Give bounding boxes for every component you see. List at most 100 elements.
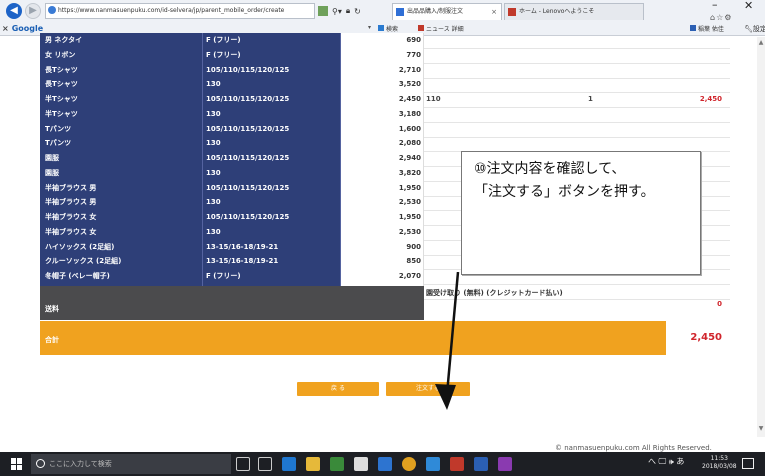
- item-name: 女 リボン: [40, 47, 203, 64]
- powerpoint-icon[interactable]: [450, 457, 464, 471]
- tab-order[interactable]: 出品品購入/制服注文 ×: [392, 3, 502, 20]
- item-name: 半Tシャツ: [40, 106, 203, 123]
- onenote-icon[interactable]: [498, 457, 512, 471]
- item-price: 2,070: [341, 269, 424, 285]
- clock-time: 11:53: [710, 455, 728, 462]
- item-subtotal: [680, 107, 722, 123]
- refresh-icon[interactable]: ↻: [354, 7, 361, 16]
- scroll-down-icon[interactable]: ▼: [757, 425, 765, 433]
- item-selected-size[interactable]: [426, 33, 446, 49]
- vertical-scrollbar[interactable]: ▲ ▼: [757, 37, 765, 437]
- task-view-icon[interactable]: [258, 457, 272, 471]
- item-size: F (フリー): [203, 269, 341, 285]
- taskbar-search-placeholder: ここに入力して検索: [49, 460, 112, 468]
- internet-explorer-icon[interactable]: [378, 457, 392, 471]
- item-selected-size[interactable]: [426, 122, 446, 138]
- item-name: 半袖ブラウス 男: [40, 180, 203, 197]
- item-price: 3,520: [341, 77, 424, 94]
- close-icon[interactable]: ✕: [744, 0, 753, 12]
- item-selected-size[interactable]: [426, 195, 446, 211]
- mail-icon[interactable]: [426, 457, 440, 471]
- store-icon[interactable]: [354, 457, 368, 471]
- item-price: 2,710: [341, 62, 424, 79]
- search-icon[interactable]: ⚲▾: [332, 7, 342, 16]
- instruction-line-2: 「注文する」ボタンを押す。: [474, 184, 655, 200]
- instruction-callout: ⑩注文内容を確認して、 「注文する」ボタンを押す。: [461, 151, 701, 275]
- item-selected-size[interactable]: [426, 77, 446, 93]
- item-quantity[interactable]: [588, 136, 598, 152]
- item-quantity[interactable]: [588, 33, 598, 49]
- item-selected-size[interactable]: [426, 225, 446, 241]
- chevron-down-icon[interactable]: ▾: [368, 24, 371, 31]
- windows-start-icon[interactable]: [11, 458, 23, 470]
- lock-icon[interactable]: 🔒︎: [346, 6, 350, 16]
- item-size: 105/110/115/120/125: [203, 62, 341, 79]
- edge-icon[interactable]: [282, 457, 296, 471]
- item-price: 900: [341, 239, 424, 256]
- system-tray[interactable]: へ 🖵 🕪 あ: [648, 456, 684, 467]
- shipping-fee: 0: [717, 300, 722, 308]
- item-subtotal: [680, 33, 722, 49]
- item-quantity[interactable]: [588, 63, 598, 79]
- notification-icon[interactable]: [742, 458, 754, 469]
- toolbar-news[interactable]: ニュース 詳細: [418, 24, 464, 33]
- item-selected-size[interactable]: [426, 151, 446, 167]
- compat-view-icon[interactable]: [318, 6, 328, 16]
- item-price: 2,080: [341, 136, 424, 153]
- toolbar-search[interactable]: 検索: [378, 24, 398, 33]
- word-icon[interactable]: [474, 457, 488, 471]
- item-size: 105/110/115/120/125: [203, 121, 341, 138]
- item-name: 半袖ブラウス 女: [40, 224, 203, 241]
- item-quantity[interactable]: [588, 107, 598, 123]
- item-name: 園服: [40, 151, 203, 167]
- file-explorer-icon[interactable]: [306, 457, 320, 471]
- back-button-page[interactable]: 戻 る: [297, 382, 379, 396]
- item-subtotal: [680, 122, 722, 138]
- excel-icon[interactable]: [330, 457, 344, 471]
- item-subtotal: [680, 48, 722, 64]
- item-price: 2,450: [341, 92, 424, 108]
- clock[interactable]: 11:53 2018/03/08: [702, 455, 737, 471]
- address-bar[interactable]: https://www.nanmasuenpuku.com/id-selvera…: [45, 3, 315, 19]
- cortana-icon: [36, 459, 45, 468]
- item-selected-size[interactable]: [426, 240, 446, 256]
- item-quantity[interactable]: [588, 48, 598, 64]
- table-row: Tパンツ 105/110/115/120/125 1,600: [40, 121, 730, 138]
- back-button[interactable]: ◀: [6, 3, 22, 19]
- tab-lenovo[interactable]: ホーム - Lenovoへようこそ: [504, 3, 644, 20]
- close-toolbar-icon[interactable]: ×: [2, 24, 9, 33]
- taskbar: ここに入力して検索 へ 🖵 🕪 あ 11:53 2018/03/08: [0, 452, 765, 476]
- item-selected-size[interactable]: [426, 136, 446, 152]
- minimize-icon[interactable]: –: [712, 0, 718, 11]
- item-quantity[interactable]: [588, 122, 598, 138]
- favorites-icons[interactable]: ⌂☆⚙: [710, 13, 732, 22]
- item-selected-size[interactable]: [426, 63, 446, 79]
- address-tools: ⚲▾ 🔒︎ ↻: [318, 3, 388, 19]
- item-selected-size[interactable]: [426, 210, 446, 226]
- taskbar-search[interactable]: ここに入力して検索: [31, 454, 231, 474]
- close-tab-icon[interactable]: ×: [491, 4, 497, 20]
- item-selected-size[interactable]: [426, 181, 446, 197]
- item-name: 半袖ブラウス 男: [40, 195, 203, 212]
- item-price: 3,820: [341, 165, 424, 182]
- item-subtotal: [680, 77, 722, 93]
- item-price: 1,950: [341, 210, 424, 226]
- item-selected-size[interactable]: 110: [426, 92, 446, 108]
- search-icon: [378, 25, 384, 31]
- item-quantity[interactable]: [588, 77, 598, 93]
- microphone-icon[interactable]: [236, 457, 250, 471]
- item-selected-size[interactable]: [426, 166, 446, 182]
- item-price: 2,940: [341, 151, 424, 167]
- toolbar-account[interactable]: 稲葉 佑佳: [690, 24, 724, 33]
- item-selected-size[interactable]: [426, 107, 446, 123]
- instruction-line-1: ⑩注文内容を確認して、: [474, 161, 626, 177]
- forward-button[interactable]: ▶: [25, 3, 41, 19]
- scroll-up-icon[interactable]: ▲: [757, 39, 765, 47]
- item-selected-size[interactable]: [426, 48, 446, 64]
- item-quantity[interactable]: 1: [588, 92, 598, 108]
- item-selected-size[interactable]: [426, 254, 446, 270]
- page-content: 男 ネクタイ F (フリー) 690 女 リボン F (フリー) 770 長Tシャツ 105/…: [0, 33, 765, 452]
- chrome-icon[interactable]: [402, 457, 416, 471]
- google-toolbar-brand[interactable]: × Google: [2, 24, 43, 33]
- toolbar-settings[interactable]: 🔧︎設定: [744, 24, 765, 34]
